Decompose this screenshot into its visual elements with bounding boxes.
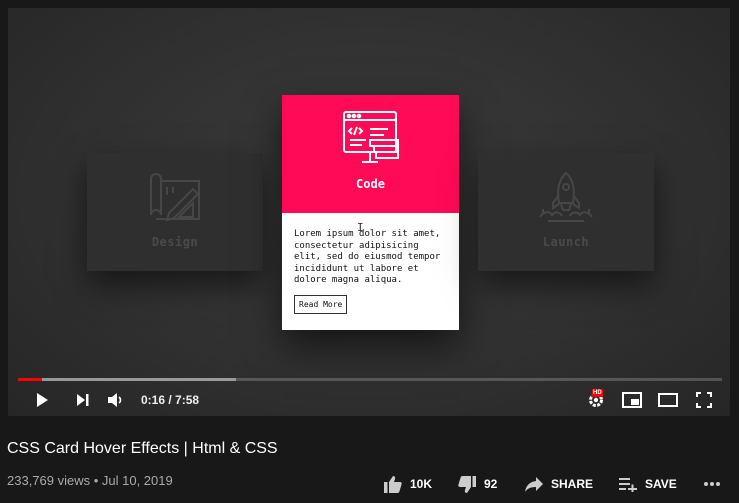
progress-bar[interactable] (18, 378, 722, 381)
code-card[interactable]: Code I Lorem ipsum dolor sit amet, conse… (282, 95, 459, 330)
like-button[interactable]: 10K (384, 474, 432, 494)
code-card-body: Lorem ipsum dolor sit amet, consectetur … (282, 213, 459, 314)
volume-icon (108, 393, 122, 407)
dislike-count: 92 (484, 477, 498, 491)
code-monitor-icon (342, 111, 399, 163)
skip-next-icon (77, 394, 89, 406)
share-label: SHARE (551, 477, 594, 491)
play-button[interactable] (30, 388, 54, 412)
rocket-icon (539, 171, 593, 222)
text-cursor: I (357, 221, 364, 234)
like-count: 10K (410, 477, 433, 491)
volume-button[interactable] (104, 388, 128, 412)
hd-badge: HD (592, 389, 603, 397)
miniplayer-button[interactable] (620, 388, 644, 412)
launch-card-title: Launch (542, 235, 590, 249)
theater-mode-icon (658, 393, 678, 407)
design-card-title: Design (151, 235, 199, 249)
thumbs-down-icon (458, 475, 476, 493)
code-card-header: Code (282, 95, 459, 213)
dislike-button[interactable]: 92 (458, 474, 497, 494)
progress-played (18, 378, 42, 381)
video-meta: 233,769 views • Jul 10, 2019 (7, 473, 173, 488)
launch-card: Launch (478, 153, 654, 271)
more-horizontal-icon (704, 482, 720, 486)
thumbs-up-icon (384, 475, 402, 493)
save-button[interactable]: SAVE (619, 474, 677, 494)
design-card: Design (87, 153, 263, 271)
play-icon (37, 393, 48, 407)
more-actions-button[interactable] (703, 474, 729, 494)
playlist-add-icon (619, 477, 637, 492)
read-more-button[interactable]: Read More (294, 294, 348, 314)
code-card-title: Code (356, 177, 385, 191)
save-label: SAVE (645, 477, 677, 491)
player-controls: 0:16 / 7:58 HD (8, 384, 730, 416)
video-title: CSS Card Hover Effects | Html & CSS (7, 440, 278, 457)
theater-mode-button[interactable] (656, 388, 680, 412)
time-display: 0:16 / 7:58 (141, 393, 200, 407)
progress-buffered (18, 378, 237, 381)
video-player[interactable]: Design Code I Lorem ipsum dolor sit amet… (8, 8, 730, 416)
share-icon (525, 476, 543, 492)
share-button[interactable]: SHARE (525, 474, 593, 494)
blueprint-pencil-icon (150, 173, 200, 222)
next-button[interactable] (71, 388, 95, 412)
miniplayer-icon (622, 392, 642, 408)
fullscreen-button[interactable] (692, 388, 716, 412)
code-card-text: Lorem ipsum dolor sit amet, consectetur … (294, 229, 441, 285)
settings-button[interactable]: HD (584, 388, 608, 412)
video-frame[interactable]: Design Code I Lorem ipsum dolor sit amet… (8, 8, 730, 416)
fullscreen-icon (696, 392, 712, 408)
